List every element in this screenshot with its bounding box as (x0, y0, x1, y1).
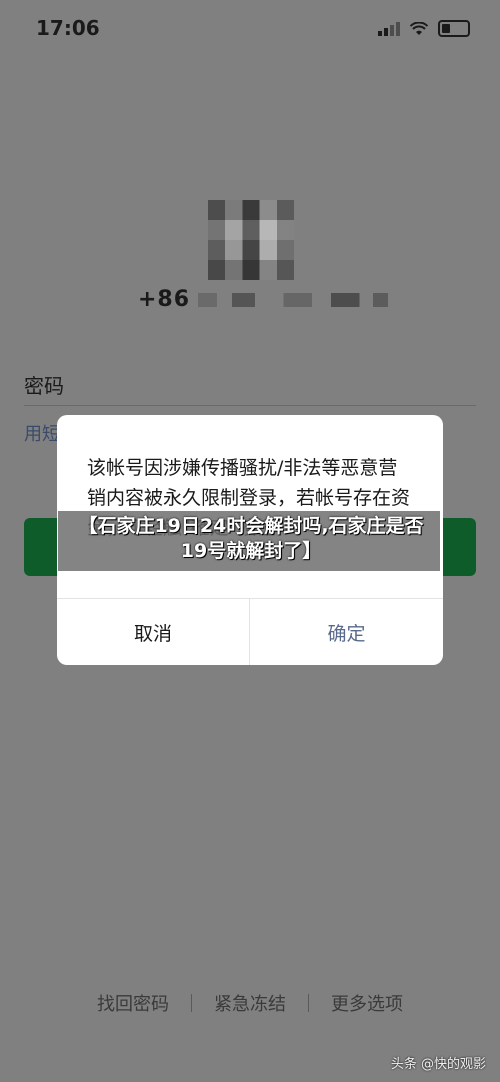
more-options-link[interactable]: 更多选项 (331, 990, 403, 1016)
status-time: 17:06 (36, 16, 100, 40)
footer-links: 找回密码 紧急冻结 更多选项 (0, 990, 500, 1016)
phone-redacted (198, 293, 389, 307)
sms-login-link[interactable]: 用短 (24, 420, 60, 446)
emergency-freeze-link[interactable]: 紧急冻结 (214, 990, 286, 1016)
battery-icon (438, 20, 470, 37)
password-label: 密码 (24, 374, 64, 398)
signal-icon (378, 21, 400, 36)
phone-prefix: +86 (138, 287, 191, 312)
watermark: 头条 @快的观影 (390, 1057, 486, 1072)
avatar (208, 200, 294, 280)
status-bar: 17:06 (0, 0, 500, 60)
password-divider (24, 405, 476, 406)
headline-text: 【石家庄19日24时会解封吗,石家庄是否19号就解封了】 (78, 515, 424, 562)
confirm-button[interactable]: 确定 (250, 599, 443, 665)
footer-divider (191, 994, 192, 1012)
wifi-icon (410, 21, 428, 35)
phone-number: +86 (138, 287, 389, 312)
recover-password-link[interactable]: 找回密码 (97, 990, 169, 1016)
status-icons (378, 20, 470, 37)
footer-divider (308, 994, 309, 1012)
cancel-button[interactable]: 取消 (57, 599, 249, 665)
